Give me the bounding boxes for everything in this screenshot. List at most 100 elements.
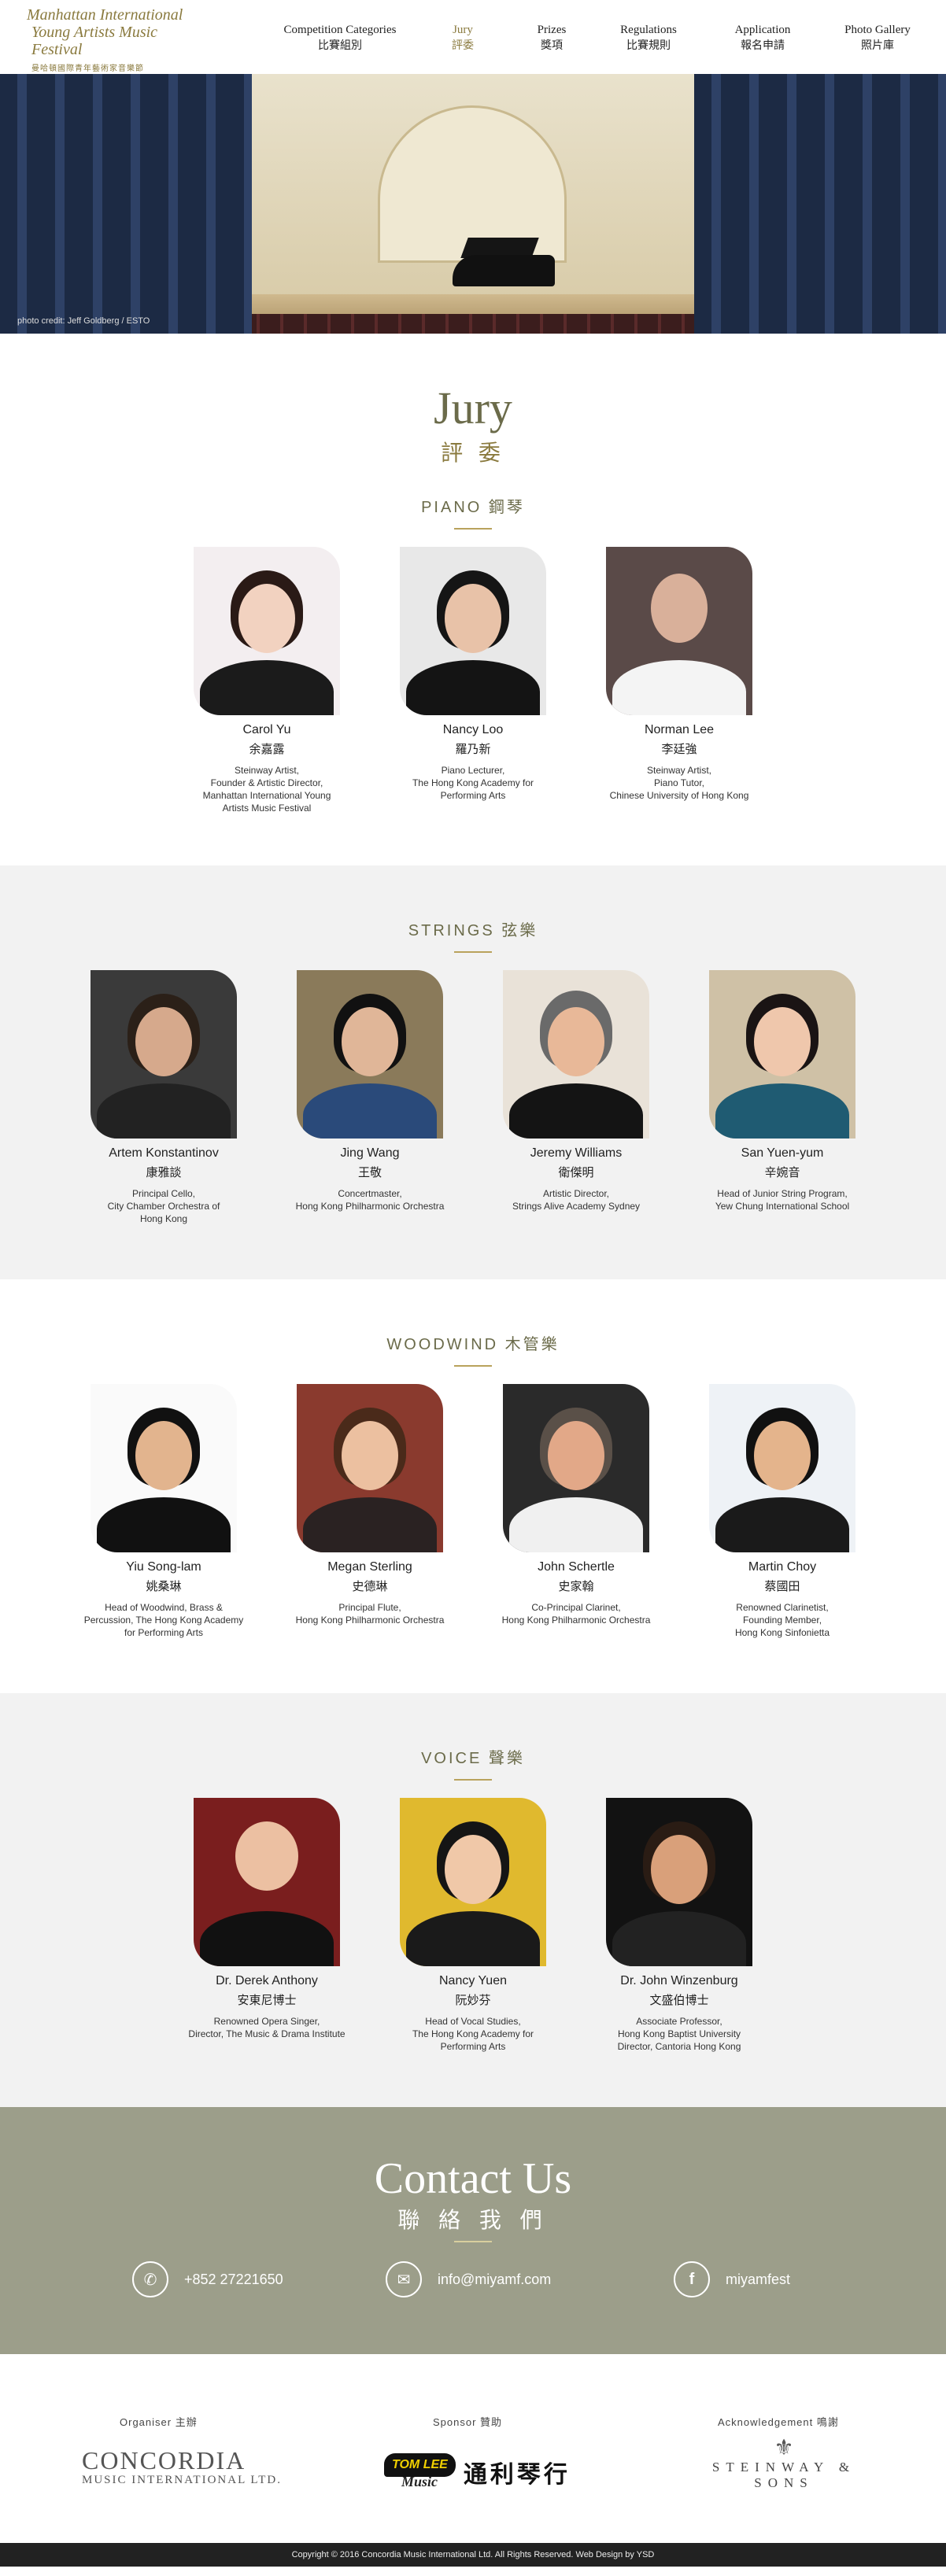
- phone-icon: ✆: [132, 2261, 168, 2297]
- nav-label-en: Competition Categories: [283, 24, 397, 36]
- section-rule: [454, 1365, 492, 1367]
- photo-face: [238, 584, 295, 654]
- jury-name: Jeremy Williams: [530, 1146, 623, 1160]
- jury-photo: [91, 1384, 237, 1552]
- photo-face: [445, 584, 501, 654]
- festival-logo[interactable]: Manhattan International Young Artists Mu…: [27, 6, 192, 73]
- section-woodwind: WOODWIND 木管樂 Yiu Song-lam 姚桑琳 Head of Wo…: [0, 1279, 946, 1693]
- photo-body: [303, 1083, 437, 1139]
- jury-name: Nancy Loo: [442, 723, 504, 736]
- footer: Copyright © 2016 Concordia Music Interna…: [0, 2543, 946, 2567]
- contact-row: ✆ +852 27221650 ✉ info@miyamf.com f miya…: [0, 2261, 946, 2301]
- nav-label-en: Application: [734, 24, 791, 36]
- jury-name-zh: 辛婉音: [764, 1166, 800, 1179]
- envelope-icon: ✉: [386, 2261, 422, 2297]
- photo-face: [548, 1007, 604, 1077]
- nav-label-zh: 比賽規則: [626, 39, 671, 52]
- steinway-logo[interactable]: ⚜ STEINWAY & SONS: [689, 2436, 878, 2491]
- page: Manhattan International Young Artists Mu…: [0, 0, 946, 2567]
- jury-card: Artem Konstantinov 康雅談 Principal Cello, …: [61, 970, 267, 1225]
- nav-item-regulations[interactable]: Regulations 比賽規則: [592, 22, 705, 54]
- jury-card: Yiu Song-lam 姚桑琳 Head of Woodwind, Brass…: [61, 1384, 267, 1639]
- jury-role: Head of Vocal Studies, The Hong Kong Aca…: [412, 2016, 534, 2052]
- nav-label-zh: 獎項: [541, 39, 563, 52]
- jury-name-zh: 史德琳: [352, 1580, 388, 1593]
- photo-body: [509, 1497, 643, 1552]
- contact-rule: [454, 2241, 492, 2242]
- jury-card: Jing Wang 王敬 Concertmaster, Hong Kong Ph…: [267, 970, 473, 1225]
- jury-photo: [400, 1798, 546, 1966]
- organiser-label: Organiser 主辦: [120, 2416, 198, 2428]
- nav-label-en: Jury: [453, 24, 473, 36]
- photo-body: [200, 660, 334, 715]
- jury-photo: [503, 1384, 649, 1552]
- jury-grid-piano: Carol Yu 余嘉露 Steinway Artist, Founder & …: [0, 547, 946, 814]
- jury-name-zh: 王敬: [357, 1166, 382, 1179]
- photo-body: [715, 1083, 849, 1139]
- jury-name: Martin Choy: [748, 1560, 817, 1574]
- curtain-left: [0, 74, 252, 334]
- jury-name: San Yuen-yum: [741, 1146, 824, 1160]
- photo-face: [651, 1835, 708, 1905]
- concordia-subtitle: MUSIC INTERNATIONAL LTD.: [82, 2474, 282, 2486]
- concordia-logo[interactable]: CONCORDIA MUSIC INTERNATIONAL LTD.: [82, 2447, 282, 2487]
- section-piano: Jury 評 委 PIANO 鋼琴 Carol Yu 余嘉露 Steinway …: [0, 334, 946, 865]
- jury-photo: [503, 970, 649, 1139]
- jury-name-zh: 文盛伯博士: [649, 1994, 709, 2007]
- main-nav: Competition Categories 比賽組別 Jury 評委 Priz…: [266, 22, 935, 54]
- tom-lee-music-script: Music: [401, 2474, 438, 2489]
- hero-image-concert-hall: photo credit: Jeff Goldberg / ESTO: [0, 74, 946, 334]
- nav-item-competition-categories[interactable]: Competition Categories 比賽組別: [266, 22, 414, 54]
- photo-body: [612, 660, 746, 715]
- jury-card: Norman Lee 李廷強 Steinway Artist, Piano Tu…: [576, 547, 782, 814]
- jury-card: Nancy Yuen 阮妙芬 Head of Vocal Studies, Th…: [370, 1798, 576, 2053]
- jury-card: Dr. John Winzenburg 文盛伯博士 Associate Prof…: [576, 1798, 782, 2053]
- jury-name-zh: 李廷強: [661, 743, 697, 756]
- nav-item-photo-gallery[interactable]: Photo Gallery 照片庫: [820, 22, 935, 54]
- phone-number: +852 27221650: [184, 2271, 283, 2287]
- jury-name: John Schertle: [538, 1560, 615, 1574]
- section-strings: STRINGS 弦樂 Artem Konstantinov 康雅談 Princi…: [0, 865, 946, 1279]
- nav-item-prizes[interactable]: Prizes 獎項: [512, 22, 592, 54]
- jury-photo: [297, 970, 443, 1139]
- tom-lee-music-logo[interactable]: TOM LEE Music 通利琴行: [384, 2453, 571, 2490]
- contact-facebook[interactable]: f miyamfest: [674, 2261, 790, 2297]
- jury-name-zh: 蔡國田: [764, 1580, 800, 1593]
- concordia-wordmark: CONCORDIA: [82, 2446, 246, 2475]
- jury-name: Yiu Song-lam: [126, 1560, 201, 1574]
- jury-card: Martin Choy 蔡國田 Renowned Clarinetist, Fo…: [679, 1384, 885, 1639]
- sponsor-label: Sponsor 贊助: [433, 2416, 503, 2428]
- section-rule: [454, 1779, 492, 1781]
- jury-photo: [709, 970, 855, 1139]
- jury-role: Concertmaster, Hong Kong Philharmonic Or…: [295, 1188, 445, 1212]
- jury-card: Jeremy Williams 衛傑明 Artistic Director, S…: [473, 970, 679, 1225]
- jury-role: Steinway Artist, Piano Tutor, Chinese Un…: [609, 765, 749, 801]
- photo-face: [135, 1007, 192, 1077]
- photo-face: [651, 574, 708, 644]
- jury-name: Norman Lee: [644, 723, 715, 736]
- site-header: Manhattan International Young Artists Mu…: [0, 0, 946, 74]
- nav-item-application[interactable]: Application 報名申請: [705, 22, 820, 54]
- sponsors-section: Organiser 主辦 Sponsor 贊助 Acknowledgement …: [0, 2354, 946, 2543]
- jury-photo: [194, 547, 340, 715]
- jury-role: Principal Cello, City Chamber Orchestra …: [107, 1188, 220, 1224]
- audience-seats: [236, 314, 708, 334]
- contact-phone[interactable]: ✆ +852 27221650: [132, 2261, 283, 2297]
- contact-email[interactable]: ✉ info@miyamf.com: [386, 2261, 551, 2297]
- jury-card: San Yuen-yum 辛婉音 Head of Junior String P…: [679, 970, 885, 1225]
- nav-item-jury[interactable]: Jury 評委: [414, 22, 512, 54]
- jury-role: Steinway Artist, Founder & Artistic Dire…: [202, 765, 331, 814]
- jury-name: Carol Yu: [242, 723, 291, 736]
- jury-role: Associate Professor, Hong Kong Baptist U…: [617, 2016, 741, 2052]
- nav-label-zh: 報名申請: [741, 39, 785, 52]
- photo-body: [509, 1083, 643, 1139]
- section-voice: VOICE 聲樂 Dr. Derek Anthony 安東尼博士 Renowne…: [0, 1693, 946, 2107]
- jury-name-zh: 姚桑琳: [146, 1580, 182, 1593]
- photo-body: [303, 1497, 437, 1552]
- nav-label-en: Regulations: [620, 24, 677, 36]
- photo-body: [612, 1911, 746, 1966]
- nav-label-zh: 比賽組別: [318, 39, 362, 52]
- contact-section: Contact Us 聯 絡 我 們 ✆ +852 27221650 ✉ inf…: [0, 2107, 946, 2354]
- photo-face: [235, 1821, 298, 1891]
- grand-piano: [453, 255, 555, 286]
